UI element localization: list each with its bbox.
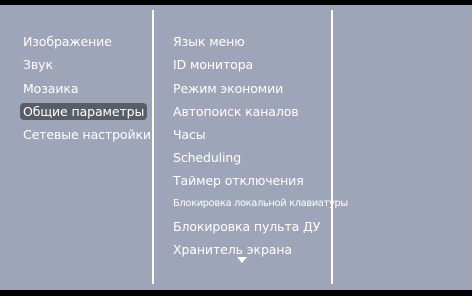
- submenu-item-screensaver[interactable]: Хранитель экрана: [173, 241, 292, 258]
- menu-item-picture[interactable]: Изображение: [23, 33, 112, 50]
- column-divider-left: [152, 10, 154, 284]
- menu-item-tiling[interactable]: Мозаика: [23, 80, 78, 97]
- submenu-item-scheduling[interactable]: Scheduling: [173, 149, 241, 166]
- menu-item-network-settings[interactable]: Сетевые настройки: [23, 126, 151, 143]
- submenu-item-eco-mode[interactable]: Режим экономии: [173, 80, 283, 97]
- submenu-item-monitor-id[interactable]: ID монитора: [173, 56, 253, 73]
- down-arrow-icon[interactable]: [237, 257, 247, 263]
- column-divider-right: [331, 10, 333, 284]
- submenu-item-remote-lock[interactable]: Блокировка пульта ДУ: [173, 218, 320, 235]
- submenu-item-clock[interactable]: Часы: [173, 126, 206, 143]
- submenu-item-menu-language[interactable]: Язык меню: [173, 33, 245, 50]
- submenu-item-auto-search[interactable]: Автопоиск каналов: [173, 103, 299, 120]
- submenu-item-sleep-timer[interactable]: Таймер отключения: [173, 172, 304, 189]
- menu-item-general-settings[interactable]: Общие параметры: [20, 103, 148, 120]
- menu-item-sound[interactable]: Звук: [23, 56, 53, 73]
- submenu-item-local-keyboard-lock[interactable]: Блокировка локальной клавиатуры: [173, 195, 348, 212]
